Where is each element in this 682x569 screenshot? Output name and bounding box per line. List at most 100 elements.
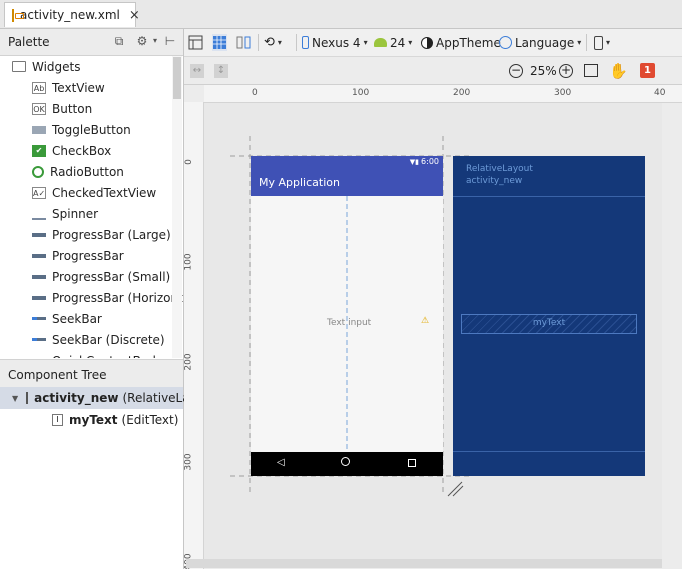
ruler-label: 300 — [184, 453, 194, 471]
close-icon[interactable]: × — [129, 8, 140, 23]
palette-item[interactable]: ProgressBar (Horizontal) — [0, 287, 183, 308]
horizontal-scrollbar[interactable] — [186, 559, 662, 568]
palette-item[interactable]: RadioButton — [0, 161, 183, 182]
palette-item[interactable]: SeekBar — [0, 308, 183, 329]
globe-icon — [499, 36, 512, 49]
palette-scrollbar[interactable] — [172, 56, 182, 358]
hide-panel-icon[interactable]: ⊢ — [163, 34, 177, 48]
palette-item[interactable]: QuickContactBadge — [0, 350, 183, 359]
zoom-to-fit-icon[interactable] — [584, 62, 598, 79]
device-preview-menu[interactable]: ▾ — [594, 34, 610, 51]
component-tree-header: Component Tree — [0, 359, 183, 389]
theme-menu[interactable]: AppTheme — [421, 34, 501, 51]
palette-item-label: ProgressBar (Large) — [52, 227, 171, 242]
wifi-battery-icon: ▼▮ — [409, 158, 419, 166]
device-content[interactable]: Text input ⚠ — [251, 196, 443, 452]
device-menu[interactable]: Nexus 4 ▾ — [302, 34, 368, 51]
chevron-down-icon: ▾ — [408, 38, 413, 47]
palette-item-label: ProgressBar (Horizontal) — [52, 290, 183, 305]
device-status-bar: 6:00 ▼▮ — [251, 156, 443, 168]
seekbar-discrete-icon — [32, 338, 46, 341]
palette-scrollbar-thumb[interactable] — [173, 57, 181, 99]
ruler-label: 0 — [252, 88, 258, 98]
palette-category-label: Widgets — [32, 59, 81, 74]
orientation-menu[interactable]: ⟲ ▾ — [264, 34, 282, 51]
edittext-icon: I — [52, 414, 63, 426]
tab-title: activity_new.xml — [20, 8, 120, 22]
progressbar-small-icon — [32, 274, 46, 279]
palette-item-label: QuickContactBadge — [52, 354, 171, 359]
tree-row-activity-new[interactable]: ▼ activity_new (RelativeLayout) — [0, 387, 221, 409]
palette-item-label: CheckBox — [52, 143, 112, 158]
palette-item[interactable]: ProgressBar — [0, 245, 183, 266]
relativelayout-icon — [26, 392, 29, 404]
resize-handle-icon[interactable] — [446, 480, 466, 498]
recents-icon — [408, 459, 416, 467]
palette-item-label: SeekBar (Discrete) — [52, 332, 165, 347]
spinner-icon — [32, 208, 46, 220]
palette-item-label: TextView — [52, 80, 105, 95]
checkbox-icon: ✔ — [32, 144, 46, 157]
palette-item[interactable]: Ab TextView — [0, 77, 183, 98]
palette-item[interactable]: SeekBar (Discrete) — [0, 329, 183, 350]
palette-list: Widgets Ab TextView OK Button ToggleButton ✔ C… — [0, 56, 183, 358]
checkedtextview-icon: A✓ — [32, 186, 46, 199]
phone-icon — [302, 36, 309, 49]
both-views-icon[interactable] — [236, 34, 251, 51]
theme-label: AppTheme — [436, 35, 501, 50]
design-view-icon[interactable] — [188, 34, 203, 51]
chevron-down-icon: ▾ — [277, 38, 282, 47]
warning-icon[interactable]: ⚠ — [421, 316, 429, 326]
gear-icon[interactable]: ⚙ — [135, 34, 149, 48]
palette-item[interactable]: ✔ CheckBox — [0, 140, 183, 161]
xml-file-icon — [12, 8, 24, 22]
app-title: My Application — [259, 176, 340, 189]
pan-vertical-icon[interactable]: ↕ — [214, 62, 228, 79]
blueprint-view-icon[interactable] — [212, 34, 227, 51]
palette-item[interactable]: ProgressBar (Small) — [0, 266, 183, 287]
zoom-toolbar: ↔ ↕ − 25% + ✋ 1 — [184, 57, 682, 85]
blueprint-preview[interactable]: RelativeLayout activity_new myText — [453, 156, 645, 476]
tab-activity-new-xml[interactable]: activity_new.xml × — [4, 2, 140, 27]
palette-item[interactable]: OK Button — [0, 98, 183, 119]
api-level-label: 24 — [390, 35, 406, 50]
palette-item-label: RadioButton — [50, 164, 124, 179]
palette-item-label: SeekBar — [52, 311, 102, 326]
zoom-out-icon[interactable]: − — [509, 62, 523, 79]
button-icon: OK — [32, 102, 46, 115]
quickcontactbadge-icon — [32, 355, 46, 359]
error-badge[interactable]: 1 — [640, 62, 655, 79]
blueprint-widget-label: myText — [532, 318, 566, 328]
tree-child-name: myText — [69, 413, 118, 427]
blueprint-widget-mytext[interactable]: myText — [461, 314, 637, 334]
chevron-down-icon[interactable]: ▾ — [148, 34, 162, 48]
ruler-label: 100 — [184, 253, 194, 271]
language-menu[interactable]: Language ▾ — [499, 34, 581, 51]
blueprint-divider — [453, 451, 645, 452]
palette-category-widgets[interactable]: Widgets — [0, 56, 183, 77]
status-time: 6:00 — [421, 157, 439, 166]
tree-expand-icon[interactable]: ▼ — [12, 394, 18, 403]
palette-item[interactable]: ToggleButton — [0, 119, 183, 140]
pan-hand-icon[interactable]: ✋ — [609, 62, 628, 80]
app-bar: My Application — [251, 168, 443, 196]
ruler-label: 100 — [352, 88, 370, 98]
palette-item[interactable]: A✓ CheckedTextView — [0, 182, 183, 203]
textview-icon: Ab — [32, 81, 46, 94]
palette-item[interactable]: Spinner — [0, 203, 183, 224]
collapse-icon[interactable]: ⧉ — [112, 34, 126, 48]
editor-tab-bar: activity_new.xml × — [0, 0, 682, 29]
palette-item[interactable]: ProgressBar (Large) — [0, 224, 183, 245]
api-level-menu[interactable]: 24 ▾ — [374, 34, 412, 51]
palette-title: Palette — [8, 35, 50, 49]
chevron-down-icon: ▾ — [363, 38, 368, 47]
theme-icon — [421, 36, 433, 49]
zoom-in-icon[interactable]: + — [559, 62, 573, 79]
progressbar-horizontal-icon — [32, 295, 46, 300]
palette-item-label: ToggleButton — [52, 122, 131, 137]
ruler-label: 200 — [184, 353, 194, 371]
tree-row-mytext[interactable]: I myText (EditText) — [52, 409, 178, 431]
edittext-hint[interactable]: Text input — [327, 318, 371, 328]
pan-horizontal-icon[interactable]: ↔ — [190, 62, 204, 79]
blueprint-layout-type: RelativeLayout — [466, 164, 533, 174]
